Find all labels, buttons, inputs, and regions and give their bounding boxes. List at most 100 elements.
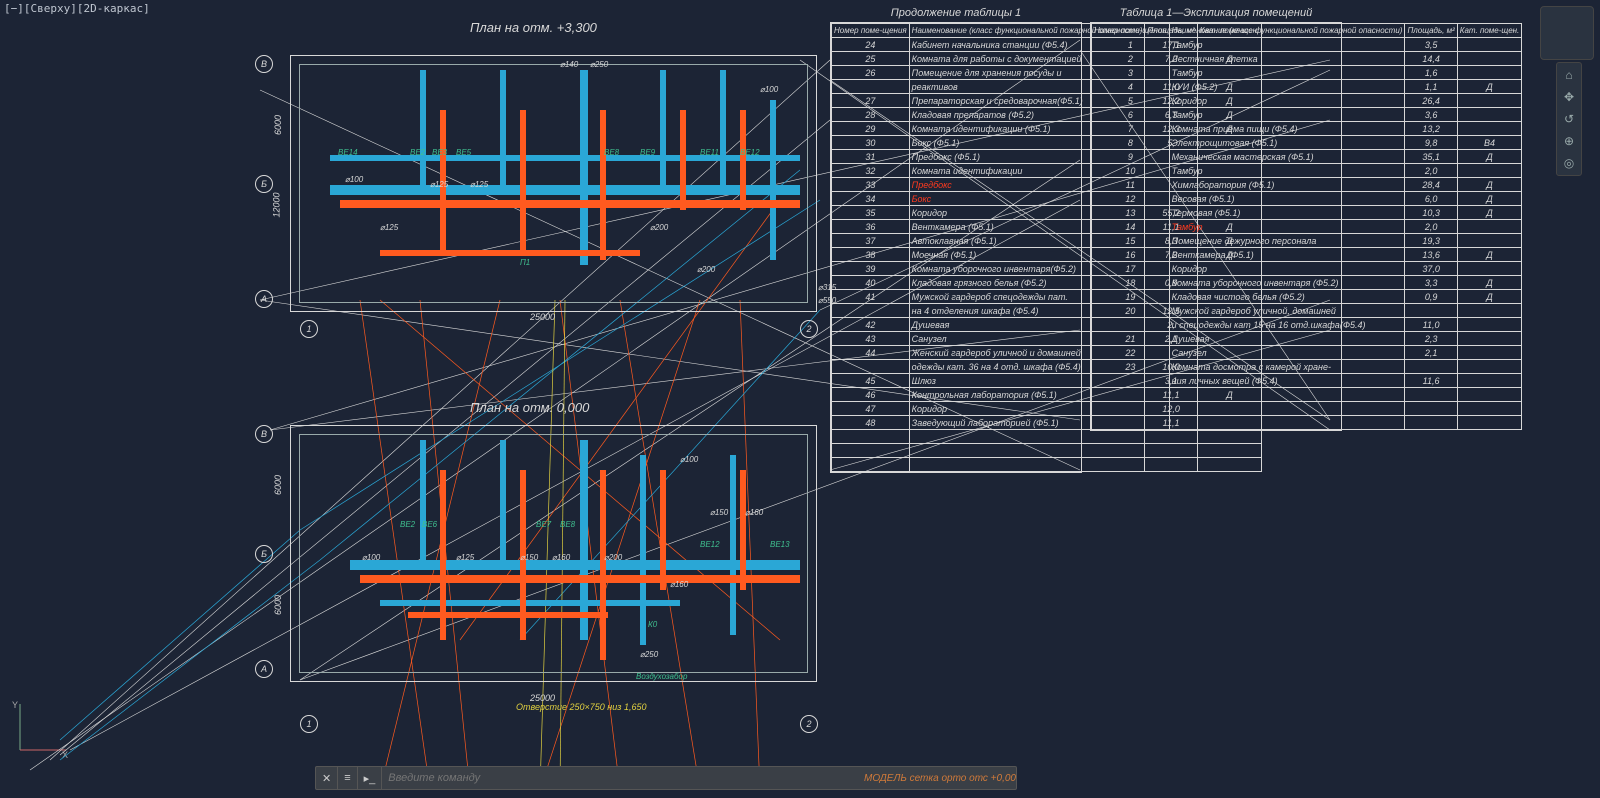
dia-label: ⌀200 xyxy=(697,265,715,274)
nav-pan-icon[interactable]: ✥ xyxy=(1561,89,1577,105)
supply-branch xyxy=(500,440,506,565)
equip-tag: ВЕ2 xyxy=(410,148,425,157)
supply-riser xyxy=(580,440,588,640)
equip-tag: ВЕ8 xyxy=(604,148,619,157)
view-cube[interactable] xyxy=(1540,6,1594,60)
dia-label: ⌀100 xyxy=(362,553,380,562)
dia-label: ⌀125 xyxy=(470,180,488,189)
cmd-close-icon[interactable]: ✕ xyxy=(316,767,338,789)
table-row: 4КУИ (Ф5.2)1,1Д xyxy=(1092,80,1522,94)
supply-branch xyxy=(660,70,666,195)
supply-branch xyxy=(720,70,726,195)
exhaust-riser xyxy=(600,470,606,660)
model-space[interactable]: [−][Сверху][2D-каркас] X Y ⌂ ✥ ↺ ⊕ ◎ xyxy=(0,0,1600,798)
supply-branch xyxy=(730,455,736,635)
exhaust-branch xyxy=(520,110,526,255)
dia-label: ⌀160 xyxy=(745,508,763,517)
supply-branch xyxy=(420,70,426,190)
nav-zoom-icon[interactable]: ⊕ xyxy=(1561,133,1577,149)
navigation-bar: ⌂ ✥ ↺ ⊕ ◎ xyxy=(1556,62,1582,176)
nav-wheel-icon[interactable]: ◎ xyxy=(1561,155,1577,171)
equip-tag: ВЕ13 xyxy=(770,540,790,549)
plan1-title: План на отм. +3,300 xyxy=(470,20,597,35)
equip-tag: ВЕ14 xyxy=(338,148,358,157)
table-row: 7Комната приёма пищи (Ф5.4)13,2 xyxy=(1092,122,1522,136)
plan1-width: 25000 xyxy=(530,312,555,322)
plan2-title: План на отм. 0,000 xyxy=(470,400,589,415)
equip-tag: ВЕ2 xyxy=(400,520,415,529)
table-row: 2Лестничная клетка14,4 xyxy=(1092,52,1522,66)
svg-text:X: X xyxy=(62,750,68,758)
dia-label: ⌀160 xyxy=(552,553,570,562)
table-row: 23Комната досмотра с камерой хране- xyxy=(1092,360,1522,374)
equip-tag: К0 xyxy=(648,620,657,629)
table-row: 22Санузел2,1 xyxy=(1092,346,1522,360)
note: Воздухозабор xyxy=(636,672,687,681)
dia-label: ⌀160 xyxy=(670,580,688,589)
equip-tag: ВЕ6 xyxy=(422,520,437,529)
table-row: 5Коридор26,4 xyxy=(1092,94,1522,108)
nav-orbit-icon[interactable]: ↺ xyxy=(1561,111,1577,127)
dia-label: ⌀200 xyxy=(650,223,668,232)
supply-duct xyxy=(330,185,800,195)
dia-label: ⌀100 xyxy=(760,85,778,94)
table-continuation: Продолжение таблицы 1 Номер поме-щенияНа… xyxy=(830,22,1082,473)
table-row: 12Весовая (Ф5.1)6,0Д xyxy=(1092,192,1522,206)
axis-letter: А xyxy=(255,290,273,308)
supply-duct xyxy=(380,600,680,606)
supply-branch xyxy=(770,100,776,260)
table-row: 11Химлаборатория (Ф5.1)28,4Д xyxy=(1092,178,1522,192)
table-row: и спецодежды кат 15 на 16 отд.шкафа(Ф5.4… xyxy=(1092,318,1522,332)
dia-label: ⌀250 xyxy=(640,650,658,659)
table-row: 16Венткамера (Ф5.1)13,6Д xyxy=(1092,248,1522,262)
axis-letter: А xyxy=(255,660,273,678)
table-row: 21Душевая2,3 xyxy=(1092,332,1522,346)
dia-label: ⌀250 xyxy=(590,60,608,69)
supply-branch xyxy=(420,440,426,565)
dia-label: ⌀140 xyxy=(560,60,578,69)
table-row: 17Коридор37,0 xyxy=(1092,262,1522,276)
axis-num: 1 xyxy=(300,320,318,338)
table-row: 1Тамбур3,5 xyxy=(1092,38,1522,52)
viewport-label[interactable]: [−][Сверху][2D-каркас] xyxy=(4,2,150,15)
plan1-h1: 6000 xyxy=(273,115,283,135)
axis-letter: Б xyxy=(255,175,273,193)
table-row: 8Электрощитовая (Ф5.1)9,8В4 xyxy=(1092,136,1522,150)
equip-tag: ВЕ12 xyxy=(700,540,720,549)
exhaust-branch xyxy=(680,110,686,210)
exhaust-duct xyxy=(340,200,800,208)
supply-riser xyxy=(580,70,588,265)
command-input[interactable] xyxy=(382,771,856,785)
nav-home-icon[interactable]: ⌂ xyxy=(1561,67,1577,83)
exhaust-branch xyxy=(660,470,666,590)
table2-title: Таблица 1—Экспликация помещений xyxy=(1091,7,1341,19)
table1-title: Продолжение таблицы 1 xyxy=(831,7,1081,19)
exhaust-riser xyxy=(600,110,606,260)
dia-label: ⌀200 xyxy=(604,553,622,562)
cmd-prompt-icon: ▸_ xyxy=(358,767,383,789)
supply-branch xyxy=(640,455,646,645)
command-line[interactable]: ✕ ≡ ▸_ МОДЕЛЬ сетка орто отс +0,00 xyxy=(315,766,1017,790)
svg-text:Y: Y xyxy=(12,700,18,710)
command-hint: МОДЕЛЬ сетка орто отс +0,00 xyxy=(864,773,1016,784)
equip-tag: ВЕ3 xyxy=(432,148,447,157)
dia-label: ⌀125 xyxy=(380,223,398,232)
dia-label: ⌀150 xyxy=(710,508,728,517)
axis-num: 1 xyxy=(300,715,318,733)
equip-tag: ВЕ5 xyxy=(456,148,471,157)
yellow-note-1: Отверстие 250×750 низ 1,650 xyxy=(516,702,646,712)
cmd-menu-icon[interactable]: ≡ xyxy=(338,767,357,789)
table-explication: Таблица 1—Экспликация помещений Номер по… xyxy=(1090,22,1342,431)
exhaust-duct xyxy=(360,575,800,583)
exhaust-branch xyxy=(740,110,746,210)
supply-branch xyxy=(500,70,506,195)
axis-num: 2 xyxy=(800,715,818,733)
supply-duct xyxy=(330,155,800,161)
table-row: 18Комната уборочного инвентаря (Ф5.2)3,3… xyxy=(1092,276,1522,290)
table-row: 13Термовая (Ф5.1)10,3Д xyxy=(1092,206,1522,220)
axis-letter: В xyxy=(255,55,273,73)
table-row: 10Тамбур2,0 xyxy=(1092,164,1522,178)
exhaust-duct xyxy=(408,612,608,618)
table-row: 14Тамбур2,0 xyxy=(1092,220,1522,234)
ucs-icon[interactable]: X Y xyxy=(12,698,72,758)
